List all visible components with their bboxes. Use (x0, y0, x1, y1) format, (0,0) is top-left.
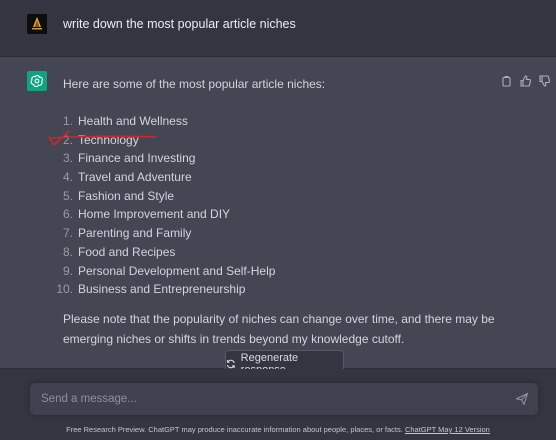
thumbs-down-icon[interactable] (539, 74, 550, 87)
list-item: 8. Food and Recipes (63, 243, 503, 262)
list-number: 6. (62, 207, 73, 222)
niche-list: 1. Health and Wellness 2. Technology 3. Fin… (56, 112, 503, 299)
list-number: 8. (62, 244, 73, 259)
list-item-text: Fashion and Style (78, 188, 175, 203)
message-input[interactable] (41, 390, 491, 408)
list-item-text: Parenting and Family (78, 226, 192, 241)
list-item: 3. Finance and Investing (63, 149, 503, 168)
list-number: 5. (62, 188, 73, 203)
refresh-icon (226, 359, 235, 369)
list-number: 1. (62, 114, 73, 128)
list-item-text: Business and Entrepreneurship (78, 282, 246, 297)
message-input-box (30, 383, 538, 415)
list-item-text: Technology (78, 132, 139, 147)
list-item-text: Travel and Adventure (78, 170, 192, 185)
list-item: 2. Technology (63, 131, 503, 150)
list-item: 4. Travel and Adventure (63, 168, 503, 187)
footer-disclaimer: Free Research Preview. ChatGPT may produ… (0, 425, 556, 434)
list-item: 10. Business and Entrepreneurship (56, 280, 503, 299)
list-item-text: Personal Development and Self-Help (78, 263, 276, 278)
assistant-message-content: Here are some of the most popular articl… (56, 75, 503, 349)
assistant-message-row: Here are some of the most popular articl… (0, 57, 556, 369)
version-link[interactable]: ChatGPT May 12 Version (405, 425, 490, 434)
list-number: 3. (62, 151, 73, 166)
openai-logo-icon (27, 71, 47, 91)
copy-icon[interactable] (501, 74, 512, 87)
composer-area: Free Research Preview. ChatGPT may produ… (0, 369, 556, 440)
list-item: 7. Parenting and Family (63, 224, 503, 243)
list-item-text: Finance and Investing (78, 151, 196, 166)
list-number: 9. (62, 263, 73, 278)
send-icon[interactable] (515, 392, 529, 406)
list-item: 6. Home Improvement and DIY (63, 205, 503, 224)
list-item: 1. Health and Wellness (63, 112, 503, 131)
list-number: 10. (56, 282, 73, 297)
list-item-text: Home Improvement and DIY (78, 207, 231, 222)
list-item: 5. Fashion and Style (63, 187, 503, 206)
user-message-text: write down the most popular article nich… (63, 17, 296, 31)
list-item: 9. Personal Development and Self-Help (63, 262, 503, 281)
list-item-text: Health and Wellness (78, 114, 188, 128)
assistant-intro: Here are some of the most popular articl… (63, 77, 326, 91)
user-avatar (27, 14, 47, 34)
message-actions (501, 74, 550, 87)
list-item-text: Food and Recipes (78, 244, 176, 259)
list-number: 7. (62, 226, 73, 241)
user-message-row: write down the most popular article nich… (0, 0, 556, 57)
list-number: 4. (62, 170, 73, 185)
assistant-outro: Please note that the popularity of niche… (63, 311, 495, 346)
footer-text: Free Research Preview. ChatGPT may produ… (66, 425, 403, 434)
list-number: 2. (62, 132, 73, 147)
thumbs-up-icon[interactable] (520, 74, 531, 87)
